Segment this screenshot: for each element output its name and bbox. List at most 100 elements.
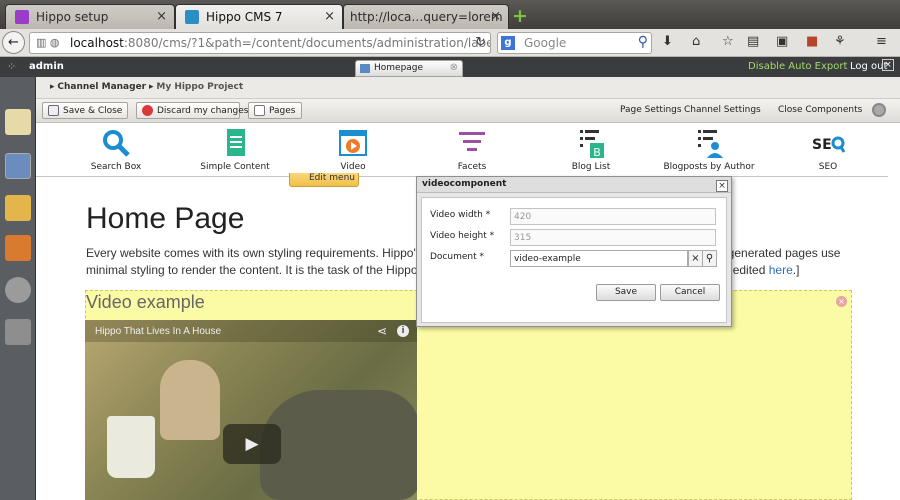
channel-manager-icon[interactable] <box>5 153 31 179</box>
home-icon[interactable] <box>5 109 31 135</box>
extension-icon[interactable]: ⚘ <box>834 34 846 49</box>
breadcrumb-project[interactable]: My Hippo Project <box>156 82 243 92</box>
catalog-item-video[interactable]: Video <box>298 127 408 172</box>
catalog-item-seo[interactable]: SE SEO <box>773 127 883 172</box>
tab-title: http://loca…query=lorem <box>350 10 503 24</box>
settings-gear-icon[interactable] <box>5 277 31 303</box>
catalog-item-label: Facets <box>457 162 487 172</box>
close-tab-icon[interactable]: × <box>156 9 167 24</box>
browser-tab-bar: Hippo setup × Hippo CMS 7 × http://loca…… <box>0 0 900 29</box>
page-settings-link[interactable]: Page Settings <box>620 105 682 115</box>
video-person <box>160 360 220 440</box>
addon-icon[interactable]: ■ <box>806 34 818 49</box>
intro-line-1: Every website comes with its own styling… <box>86 246 442 260</box>
catalog-item-label: SEO <box>818 162 838 172</box>
reading-list-icon[interactable]: ▤ <box>747 34 759 49</box>
tools-icon[interactable] <box>5 319 31 345</box>
catalog-item-blog-list[interactable]: B Blog List <box>536 127 646 172</box>
video-bucket <box>107 416 155 478</box>
edit-menu-button[interactable]: Edit menu <box>289 173 359 187</box>
google-engine-icon[interactable]: g <box>501 36 515 50</box>
pages-icon <box>254 105 265 116</box>
channel-toolbar: Save & Close Discard my changes Pages Pa… <box>36 99 900 123</box>
disable-auto-export-link[interactable]: Disable Auto Export <box>748 61 847 72</box>
svg-text:SE: SE <box>812 137 832 153</box>
search-box[interactable]: g Google ⚲ <box>497 32 652 54</box>
browser-tab-query[interactable]: http://loca…query=lorem × <box>343 4 509 29</box>
document-input[interactable]: video-example <box>510 250 688 267</box>
dialog-save-button[interactable]: Save <box>596 284 656 301</box>
tab-title: Hippo setup <box>36 10 109 24</box>
remove-component-icon[interactable]: × <box>836 296 847 307</box>
author-list-icon <box>654 127 764 159</box>
menu-icon[interactable]: ≡ <box>876 34 887 49</box>
username[interactable]: admin <box>29 61 64 72</box>
dialog-cancel-button[interactable]: Cancel <box>660 284 720 301</box>
hippo-cms-favicon-icon <box>185 10 199 24</box>
save-close-button[interactable]: Save & Close <box>42 102 128 119</box>
pages-label: Pages <box>269 106 296 116</box>
homepage-tab-label: Homepage <box>374 63 424 73</box>
browse-document-search-icon[interactable]: ⚲ <box>702 250 717 267</box>
video-height-input[interactable]: 315 <box>510 229 716 246</box>
new-tab-button[interactable]: + <box>512 5 528 27</box>
video-title[interactable]: Hippo That Lives In A House <box>95 326 221 337</box>
save-icon <box>48 105 59 116</box>
hippo-favicon-icon <box>15 10 29 24</box>
settings-gear-icon[interactable] <box>872 103 886 117</box>
url-host: localhost <box>70 36 124 50</box>
page-title: Home Page <box>86 202 245 235</box>
channel-settings-link[interactable]: Channel Settings <box>684 105 761 115</box>
browser-tab-hippo-setup[interactable]: Hippo setup × <box>5 4 175 29</box>
document-icon <box>180 127 290 159</box>
breadcrumb-channel-manager[interactable]: Channel Manager <box>57 82 146 92</box>
video-icon <box>298 127 408 159</box>
search-icon[interactable]: ⚲ <box>638 34 648 50</box>
reload-icon[interactable]: ↻ <box>475 35 486 50</box>
back-button[interactable]: ← <box>2 31 25 54</box>
catalog-item-search-box[interactable]: Search Box <box>61 127 171 172</box>
home-icon[interactable]: ⌂ <box>692 34 700 49</box>
catalog-item-label: Simple Content <box>200 162 270 172</box>
url-bar[interactable]: ▥ ◍ localhost:8080/cms/?1&path=/content/… <box>29 32 491 54</box>
catalog-item-label: Blogposts by Author <box>663 162 755 172</box>
intro-line-2-suffix: .] <box>792 263 800 277</box>
browser-tab-hippo-cms[interactable]: Hippo CMS 7 × <box>175 4 343 29</box>
share-icon[interactable]: ⋖ <box>377 324 387 338</box>
video-width-input[interactable]: 420 <box>510 208 716 225</box>
play-button[interactable]: ▶ <box>223 424 281 464</box>
catalog-item-simple-content[interactable]: Simple Content <box>180 127 290 172</box>
breadcrumb: ▸ Channel Manager ▸ My Hippo Project <box>36 77 900 99</box>
discard-icon <box>142 105 153 116</box>
bookmarks-icon[interactable]: ▣ <box>776 34 788 49</box>
pages-button[interactable]: Pages <box>248 102 302 119</box>
catalog-item-blogposts-by-author[interactable]: Blogposts by Author <box>654 127 764 172</box>
bookmark-star-icon[interactable]: ☆ <box>722 34 734 49</box>
page-icon <box>360 64 370 73</box>
close-tab-icon[interactable]: × <box>324 9 335 24</box>
logout-icon[interactable]: × <box>882 59 894 71</box>
close-tab-icon[interactable]: × <box>490 9 501 24</box>
youtube-video[interactable]: Hippo That Lives In A House ⋖ i ▶ <box>85 320 417 500</box>
page-info-icon[interactable]: ▥ ◍ <box>36 36 60 49</box>
search-placeholder: Google <box>524 36 567 50</box>
clear-document-button[interactable]: × <box>688 250 703 267</box>
dialog-close-button[interactable]: × <box>716 180 728 192</box>
info-icon[interactable]: i <box>397 325 409 337</box>
component-catalog: Search Box Simple Content Video Facets B… <box>36 123 888 177</box>
close-components-link[interactable]: Close Components <box>778 105 862 115</box>
here-link[interactable]: here <box>769 263 793 277</box>
catalog-item-facets[interactable]: Facets <box>417 127 527 172</box>
discard-changes-button[interactable]: Discard my changes <box>136 102 248 119</box>
discard-label: Discard my changes <box>157 106 249 116</box>
download-icon[interactable]: ⬇ <box>662 34 673 49</box>
filter-icon <box>417 127 527 159</box>
edit-menu-label: Edit menu <box>309 173 356 183</box>
catalog-item-label: Blog List <box>571 162 611 172</box>
homepage-tab[interactable]: Homepage ⊗ <box>355 60 463 77</box>
reports-icon[interactable] <box>5 235 31 261</box>
tab-title: Hippo CMS 7 <box>206 10 283 24</box>
search-icon <box>61 127 171 159</box>
close-tab-icon[interactable]: ⊗ <box>450 62 458 73</box>
folder-icon[interactable] <box>5 195 31 221</box>
